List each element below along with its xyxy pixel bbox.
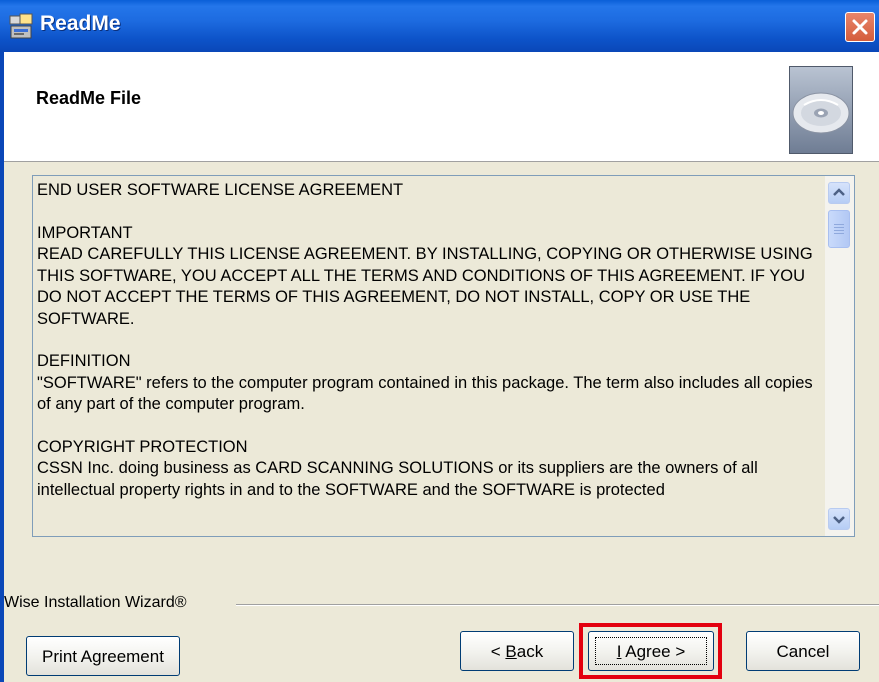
page-title: ReadMe File xyxy=(36,88,142,108)
back-prefix: < xyxy=(490,642,506,661)
section-heading: COPYRIGHT PROTECTION xyxy=(37,437,248,456)
vertical-scrollbar[interactable] xyxy=(825,176,854,536)
chevron-down-icon xyxy=(833,516,845,524)
section-body: "SOFTWARE" refers to the computer progra… xyxy=(37,373,813,414)
close-button[interactable] xyxy=(845,12,875,42)
back-label: ack xyxy=(516,642,544,661)
divider xyxy=(236,604,879,606)
license-text-box[interactable]: END USER SOFTWARE LICENSE AGREEMENT IMPO… xyxy=(32,175,855,537)
title-bar[interactable]: ReadMe xyxy=(0,0,879,52)
scroll-down-button[interactable] xyxy=(828,508,850,530)
license-paragraph: IMPORTANT READ CAREFULLY THIS LICENSE AG… xyxy=(37,223,827,331)
installer-app-icon xyxy=(9,13,33,39)
scroll-up-button[interactable] xyxy=(828,182,850,204)
close-icon xyxy=(852,19,868,35)
section-body: CSSN Inc. doing business as CARD SCANNIN… xyxy=(37,459,758,499)
cancel-button[interactable]: Cancel xyxy=(746,631,860,671)
dialog-header: ReadMe File xyxy=(4,52,879,162)
scroll-thumb[interactable] xyxy=(828,210,850,248)
license-paragraph: COPYRIGHT PROTECTION CSSN Inc. doing bus… xyxy=(37,437,827,502)
section-heading: IMPORTANT xyxy=(37,223,133,242)
section-heading: DEFINITION xyxy=(37,352,131,370)
window-title: ReadMe xyxy=(40,12,121,35)
back-button[interactable]: < Back xyxy=(460,631,574,671)
back-mnemonic: B xyxy=(505,642,517,661)
license-heading: END USER SOFTWARE LICENSE AGREEMENT xyxy=(37,181,404,199)
chevron-up-icon xyxy=(833,188,845,196)
wizard-brand-label: Wise Installation Wizard® xyxy=(4,594,193,612)
license-text: END USER SOFTWARE LICENSE AGREEMENT IMPO… xyxy=(37,180,827,522)
cd-disc-icon xyxy=(789,66,853,154)
print-agreement-button[interactable]: Print Agreement xyxy=(26,636,180,676)
highlight-box xyxy=(579,623,722,679)
license-paragraph: DEFINITION "SOFTWARE" refers to the comp… xyxy=(37,351,827,416)
section-body: READ CAREFULLY THIS LICENSE AGREEMENT. B… xyxy=(37,245,813,328)
